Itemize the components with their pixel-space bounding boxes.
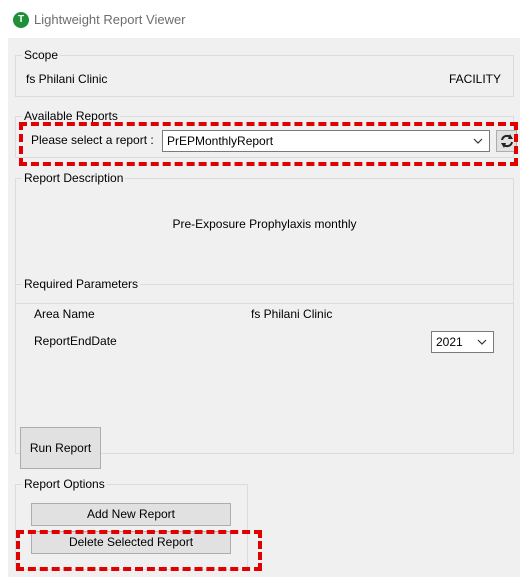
run-report-label: Run Report <box>29 441 92 455</box>
add-new-report-button[interactable]: Add New Report <box>31 503 231 526</box>
scope-level: FACILITY <box>448 72 501 86</box>
report-select-value: PrEPMonthlyReport <box>167 134 274 148</box>
report-select[interactable]: PrEPMonthlyReport <box>162 130 490 152</box>
refresh-icon <box>500 134 513 148</box>
scope-legend: Scope <box>22 48 61 62</box>
window-title: Lightweight Report Viewer <box>34 12 186 27</box>
available-reports-group: Available Reports Please select a report… <box>15 109 517 158</box>
report-end-date-value: 2021 <box>436 335 463 349</box>
required-parameters-legend: Required Parameters <box>22 277 141 291</box>
report-end-date-select[interactable]: 2021 <box>431 331 494 353</box>
report-options-group: Report Options Add New Report Delete Sel… <box>15 477 248 570</box>
chevron-down-icon <box>477 339 487 345</box>
report-options-legend: Report Options <box>22 477 107 491</box>
report-description-text: Pre-Exposure Prophylaxis monthly <box>172 217 357 231</box>
report-end-date-label: ReportEndDate <box>34 334 117 348</box>
area-name-value: fs Philani Clinic <box>251 307 333 321</box>
select-report-label: Please select a report : <box>31 133 154 147</box>
main-panel: Scope fs Philani Clinic FACILITY Availab… <box>8 38 520 577</box>
area-name-label: Area Name <box>34 307 95 321</box>
available-reports-legend: Available Reports <box>22 109 120 123</box>
add-new-report-label: Add New Report <box>86 507 176 521</box>
refresh-button[interactable] <box>496 130 517 152</box>
app-icon: T <box>13 12 29 28</box>
delete-selected-report-button[interactable]: Delete Selected Report <box>31 531 231 554</box>
report-description-legend: Report Description <box>22 171 126 185</box>
chevron-down-icon <box>473 138 483 144</box>
run-report-button[interactable]: Run Report <box>20 427 101 469</box>
scope-group: Scope fs Philani Clinic FACILITY <box>15 48 514 97</box>
scope-clinic: fs Philani Clinic <box>26 72 108 86</box>
delete-selected-report-label: Delete Selected Report <box>68 535 194 549</box>
title-bar: T Lightweight Report Viewer <box>0 0 520 38</box>
